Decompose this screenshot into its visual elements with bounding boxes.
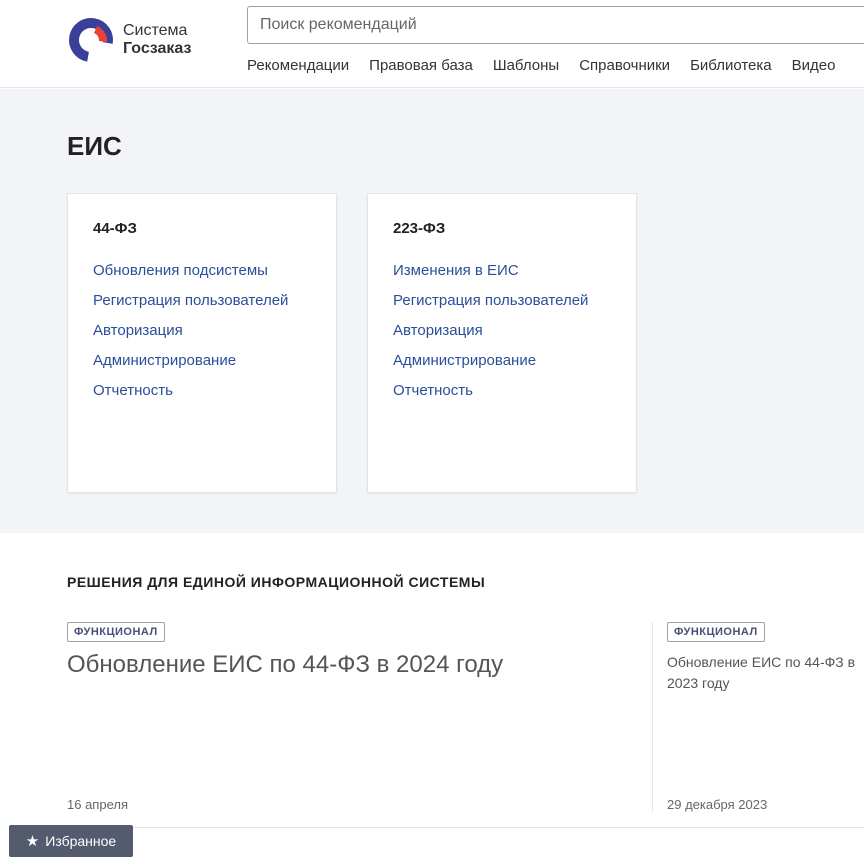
card-223fz: 223-ФЗ Изменения в ЕИС Регистрация польз… <box>367 193 637 493</box>
article-title[interactable]: Обновление ЕИС по 44-ФЗ в 2023 году <box>667 652 864 694</box>
nav-item-legal-base[interactable]: Правовая база <box>369 57 473 74</box>
article-date: 16 апреля <box>67 797 128 812</box>
nav-item-video[interactable]: Видео <box>792 57 836 74</box>
card-44fz: 44-ФЗ Обновления подсистемы Регистрация … <box>67 193 337 493</box>
article-title[interactable]: Обновление ЕИС по 44-ФЗ в 2024 году <box>67 650 637 680</box>
card-link[interactable]: Авторизация <box>393 316 588 346</box>
card-title: 223-ФЗ <box>393 220 446 237</box>
article-date: 29 декабря 2023 <box>667 797 768 812</box>
card-title: 44-ФЗ <box>93 220 137 237</box>
logo-text: Система Госзаказ <box>123 22 191 58</box>
card-links: Обновления подсистемы Регистрация пользо… <box>93 256 288 406</box>
favorites-label: Избранное <box>45 833 117 849</box>
nav-item-recommendations[interactable]: Рекомендации <box>247 57 349 74</box>
eis-section: ЕИС 44-ФЗ Обновления подсистемы Регистра… <box>0 89 864 533</box>
nav-item-reference[interactable]: Справочники <box>579 57 670 74</box>
page-title: ЕИС <box>67 131 122 161</box>
logo-line1: Система <box>123 22 188 39</box>
header: Система Госзаказ Рекомендации Правовая б… <box>0 0 864 88</box>
article-tag[interactable]: ФУНКЦИОНАЛ <box>67 622 165 642</box>
card-link[interactable]: Регистрация пользователей <box>393 286 588 316</box>
card-link[interactable]: Администрирование <box>393 346 588 376</box>
card-links: Изменения в ЕИС Регистрация пользователе… <box>393 256 588 406</box>
article-card[interactable]: ФУНКЦИОНАЛ Обновление ЕИС по 44-ФЗ в 202… <box>652 622 864 812</box>
card-link[interactable]: Изменения в ЕИС <box>393 256 588 286</box>
card-link[interactable]: Отчетность <box>93 376 288 406</box>
divider <box>67 827 864 828</box>
card-link[interactable]: Регистрация пользователей <box>93 286 288 316</box>
card-link[interactable]: Авторизация <box>93 316 288 346</box>
favorites-button[interactable]: ★ Избранное <box>9 825 133 857</box>
article-tag[interactable]: ФУНКЦИОНАЛ <box>667 622 765 642</box>
nav-item-library[interactable]: Библиотека <box>690 57 772 74</box>
logo-line2: Госзаказ <box>123 40 192 57</box>
card-link[interactable]: Обновления подсистемы <box>93 256 288 286</box>
article-card[interactable]: ФУНКЦИОНАЛ Обновление ЕИС по 44-ФЗ в 202… <box>67 622 637 812</box>
card-link[interactable]: Отчетность <box>393 376 588 406</box>
star-icon: ★ <box>25 833 40 850</box>
solutions-title: РЕШЕНИЯ ДЛЯ ЕДИНОЙ ИНФОРМАЦИОННОЙ СИСТЕМ… <box>67 574 486 590</box>
logo[interactable]: Система Госзаказ <box>67 16 191 64</box>
search-input[interactable] <box>247 6 864 44</box>
card-link[interactable]: Администрирование <box>93 346 288 376</box>
nav-item-templates[interactable]: Шаблоны <box>493 57 559 74</box>
logo-icon <box>69 18 113 62</box>
main-nav: Рекомендации Правовая база Шаблоны Справ… <box>247 57 855 74</box>
